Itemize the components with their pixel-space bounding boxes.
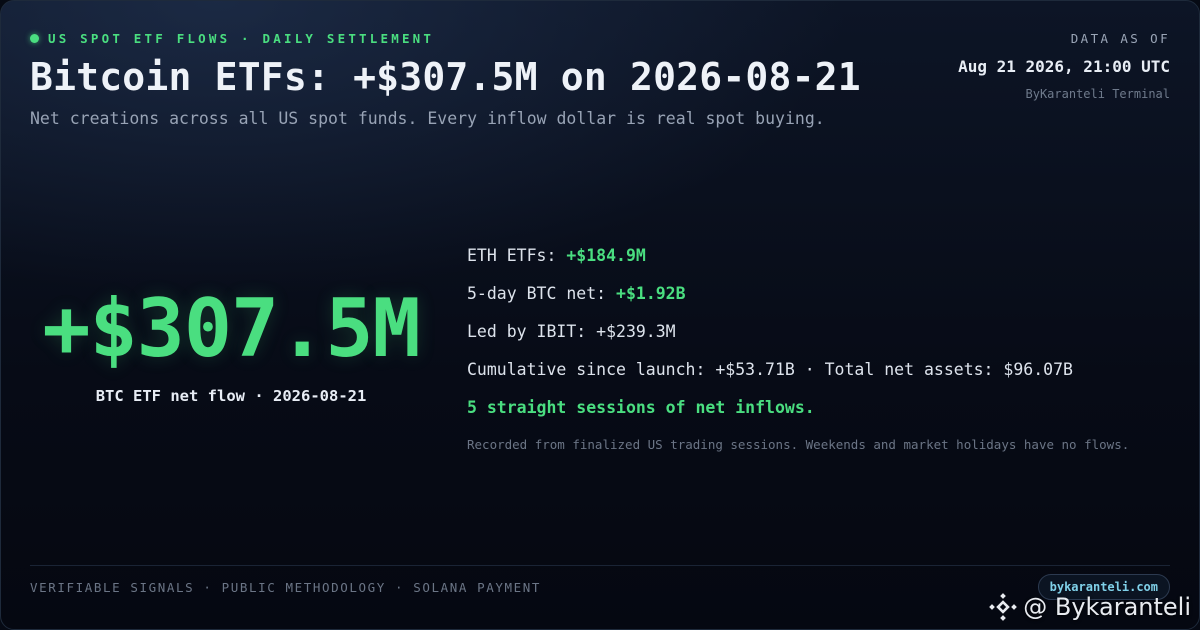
live-dot-icon [30, 34, 39, 43]
five-day-label: 5-day BTC net: [467, 284, 617, 303]
as-of-source: ByKaranteli Terminal [1025, 87, 1171, 101]
watermark-handle: @ Bykaranteli [1023, 593, 1191, 621]
five-day-value: +$1.92B [616, 284, 686, 303]
etf-flow-card: US SPOT ETF FLOWS · DAILY SETTLEMENT Bit… [0, 0, 1200, 630]
cumulative-stat: Cumulative since launch: +$53.71B · Tota… [467, 360, 1073, 379]
eth-etf-value: +$184.9M [566, 246, 646, 265]
methodology-note: Recorded from finalized US trading sessi… [467, 437, 1130, 452]
binance-logo-icon [989, 593, 1018, 621]
hero-value: +$307.5M [42, 282, 420, 375]
watermark: @ Bykaranteli [989, 593, 1191, 621]
eyebrow: US SPOT ETF FLOWS · DAILY SETTLEMENT [30, 31, 434, 46]
streak-stat: 5 straight sessions of net inflows. [467, 398, 815, 417]
eth-etf-label: ETH ETFs: [467, 246, 567, 265]
as-of-label: DATA AS OF [1070, 31, 1170, 46]
page-title: Bitcoin ETFs: +$307.5M on 2026-08-21 [30, 55, 861, 99]
footer-tagline: VERIFIABLE SIGNALS · PUBLIC METHODOLOGY … [30, 580, 542, 595]
data-as-of: DATA AS OF Aug 21 2026, 21:00 UTC ByKara… [958, 31, 1170, 101]
as-of-timestamp: Aug 21 2026, 21:00 UTC [958, 57, 1170, 76]
page-subtitle: Net creations across all US spot funds. … [30, 109, 825, 128]
led-by-stat: Led by IBIT: +$239.3M [467, 322, 676, 341]
eyebrow-label: US SPOT ETF FLOWS · DAILY SETTLEMENT [48, 31, 435, 46]
hero-caption: BTC ETF net flow · 2026-08-21 [95, 387, 367, 405]
eth-etf-stat: ETH ETFs: +$184.9M [467, 245, 1129, 283]
stats-panel: ETH ETFs: +$184.9M 5-day BTC net: +$1.92… [467, 245, 1129, 452]
footer-divider [30, 565, 1170, 566]
five-day-stat: 5-day BTC net: +$1.92B [467, 283, 1129, 321]
hero-metric: +$307.5M BTC ETF net flow · 2026-08-21 [30, 281, 432, 405]
